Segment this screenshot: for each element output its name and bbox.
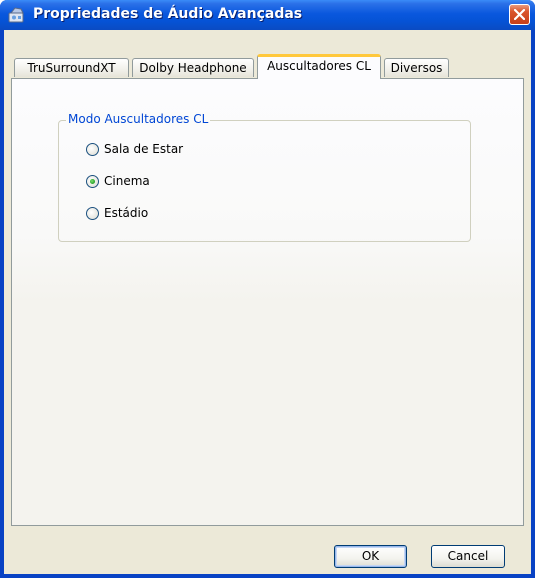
- dialog-window: Propriedades de Áudio Avançadas TruSurro…: [0, 0, 535, 578]
- radio-label[interactable]: Estádio: [104, 206, 148, 221]
- close-button[interactable]: [509, 4, 530, 25]
- headphone-mode-group: Modo Auscultadores CL Sala de Estar Cine…: [58, 112, 471, 242]
- window-title: Propriedades de Áudio Avançadas: [33, 6, 303, 22]
- group-legend: Modo Auscultadores CL: [66, 112, 211, 126]
- cancel-button[interactable]: Cancel: [431, 545, 505, 568]
- tab-auscultadores-cl[interactable]: Auscultadores CL: [257, 54, 381, 79]
- radio-button[interactable]: [86, 207, 99, 220]
- title-bar[interactable]: Propriedades de Áudio Avançadas: [0, 0, 535, 30]
- radio-label[interactable]: Cinema: [104, 174, 150, 189]
- radio-button[interactable]: [86, 143, 99, 156]
- radio-label[interactable]: Sala de Estar: [104, 142, 183, 157]
- audio-properties-icon: [8, 6, 26, 24]
- tab-dolby-headphone[interactable]: Dolby Headphone: [132, 58, 254, 77]
- tab-diversos[interactable]: Diversos: [384, 58, 449, 77]
- ok-button[interactable]: OK: [334, 545, 407, 568]
- tab-panel: Modo Auscultadores CL Sala de Estar Cine…: [11, 78, 524, 526]
- tab-trusurroundxt[interactable]: TruSurroundXT: [14, 58, 129, 77]
- radio-button-checked[interactable]: [86, 175, 99, 188]
